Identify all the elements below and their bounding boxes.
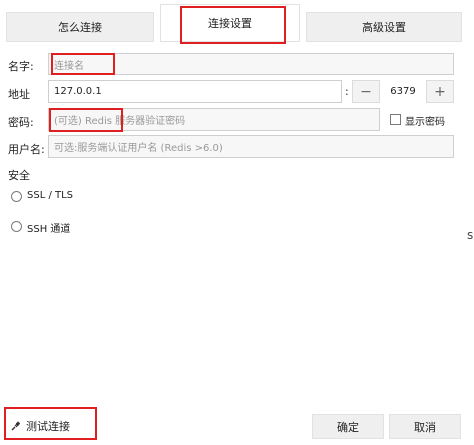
tab-advanced-settings[interactable]: 高级设置	[306, 12, 462, 42]
address-label: 地址	[8, 88, 30, 101]
security-title: 安全	[8, 169, 30, 182]
highlight-box-name	[51, 53, 115, 75]
address-value: 127.0.0.1	[54, 86, 102, 97]
port-colon: :	[345, 85, 349, 98]
address-input[interactable]: 127.0.0.1	[48, 80, 342, 103]
highlight-box-test	[4, 407, 97, 440]
port-decrement-button[interactable]: −	[352, 80, 380, 103]
tab-how-to-connect[interactable]: 怎么连接	[6, 12, 154, 42]
name-label: 名字:	[8, 60, 34, 73]
username-input[interactable]: 可选:服务端认证用户名 (Redis >6.0)	[48, 135, 454, 158]
port-increment-button[interactable]: +	[426, 80, 454, 103]
plus-icon: +	[434, 83, 446, 100]
show-password-checkbox[interactable]	[390, 114, 401, 125]
highlight-box-tab	[180, 6, 286, 44]
ssh-tunnel-radio[interactable]	[11, 221, 22, 232]
ok-label: 确定	[337, 420, 359, 434]
port-value: 6379	[390, 86, 416, 97]
highlight-box-password	[49, 108, 123, 132]
username-placeholder: 可选:服务端认证用户名 (Redis >6.0)	[54, 143, 223, 154]
cancel-label: 取消	[414, 420, 436, 434]
tab-label: 怎么连接	[58, 21, 102, 34]
side-glyph: s	[467, 228, 474, 242]
ssl-tls-radio[interactable]	[11, 191, 22, 202]
minus-icon: −	[360, 83, 372, 100]
ok-button[interactable]: 确定	[312, 414, 384, 439]
ssl-tls-label: SSL / TLS	[27, 190, 74, 201]
ssh-tunnel-label: SSH 通道	[27, 224, 71, 235]
cancel-button[interactable]: 取消	[389, 414, 461, 439]
password-label: 密码:	[8, 116, 34, 129]
tab-label: 高级设置	[362, 21, 406, 34]
username-label: 用户名:	[8, 143, 45, 156]
show-password-label: 显示密码	[405, 117, 445, 128]
port-input[interactable]: 6379	[383, 80, 423, 103]
